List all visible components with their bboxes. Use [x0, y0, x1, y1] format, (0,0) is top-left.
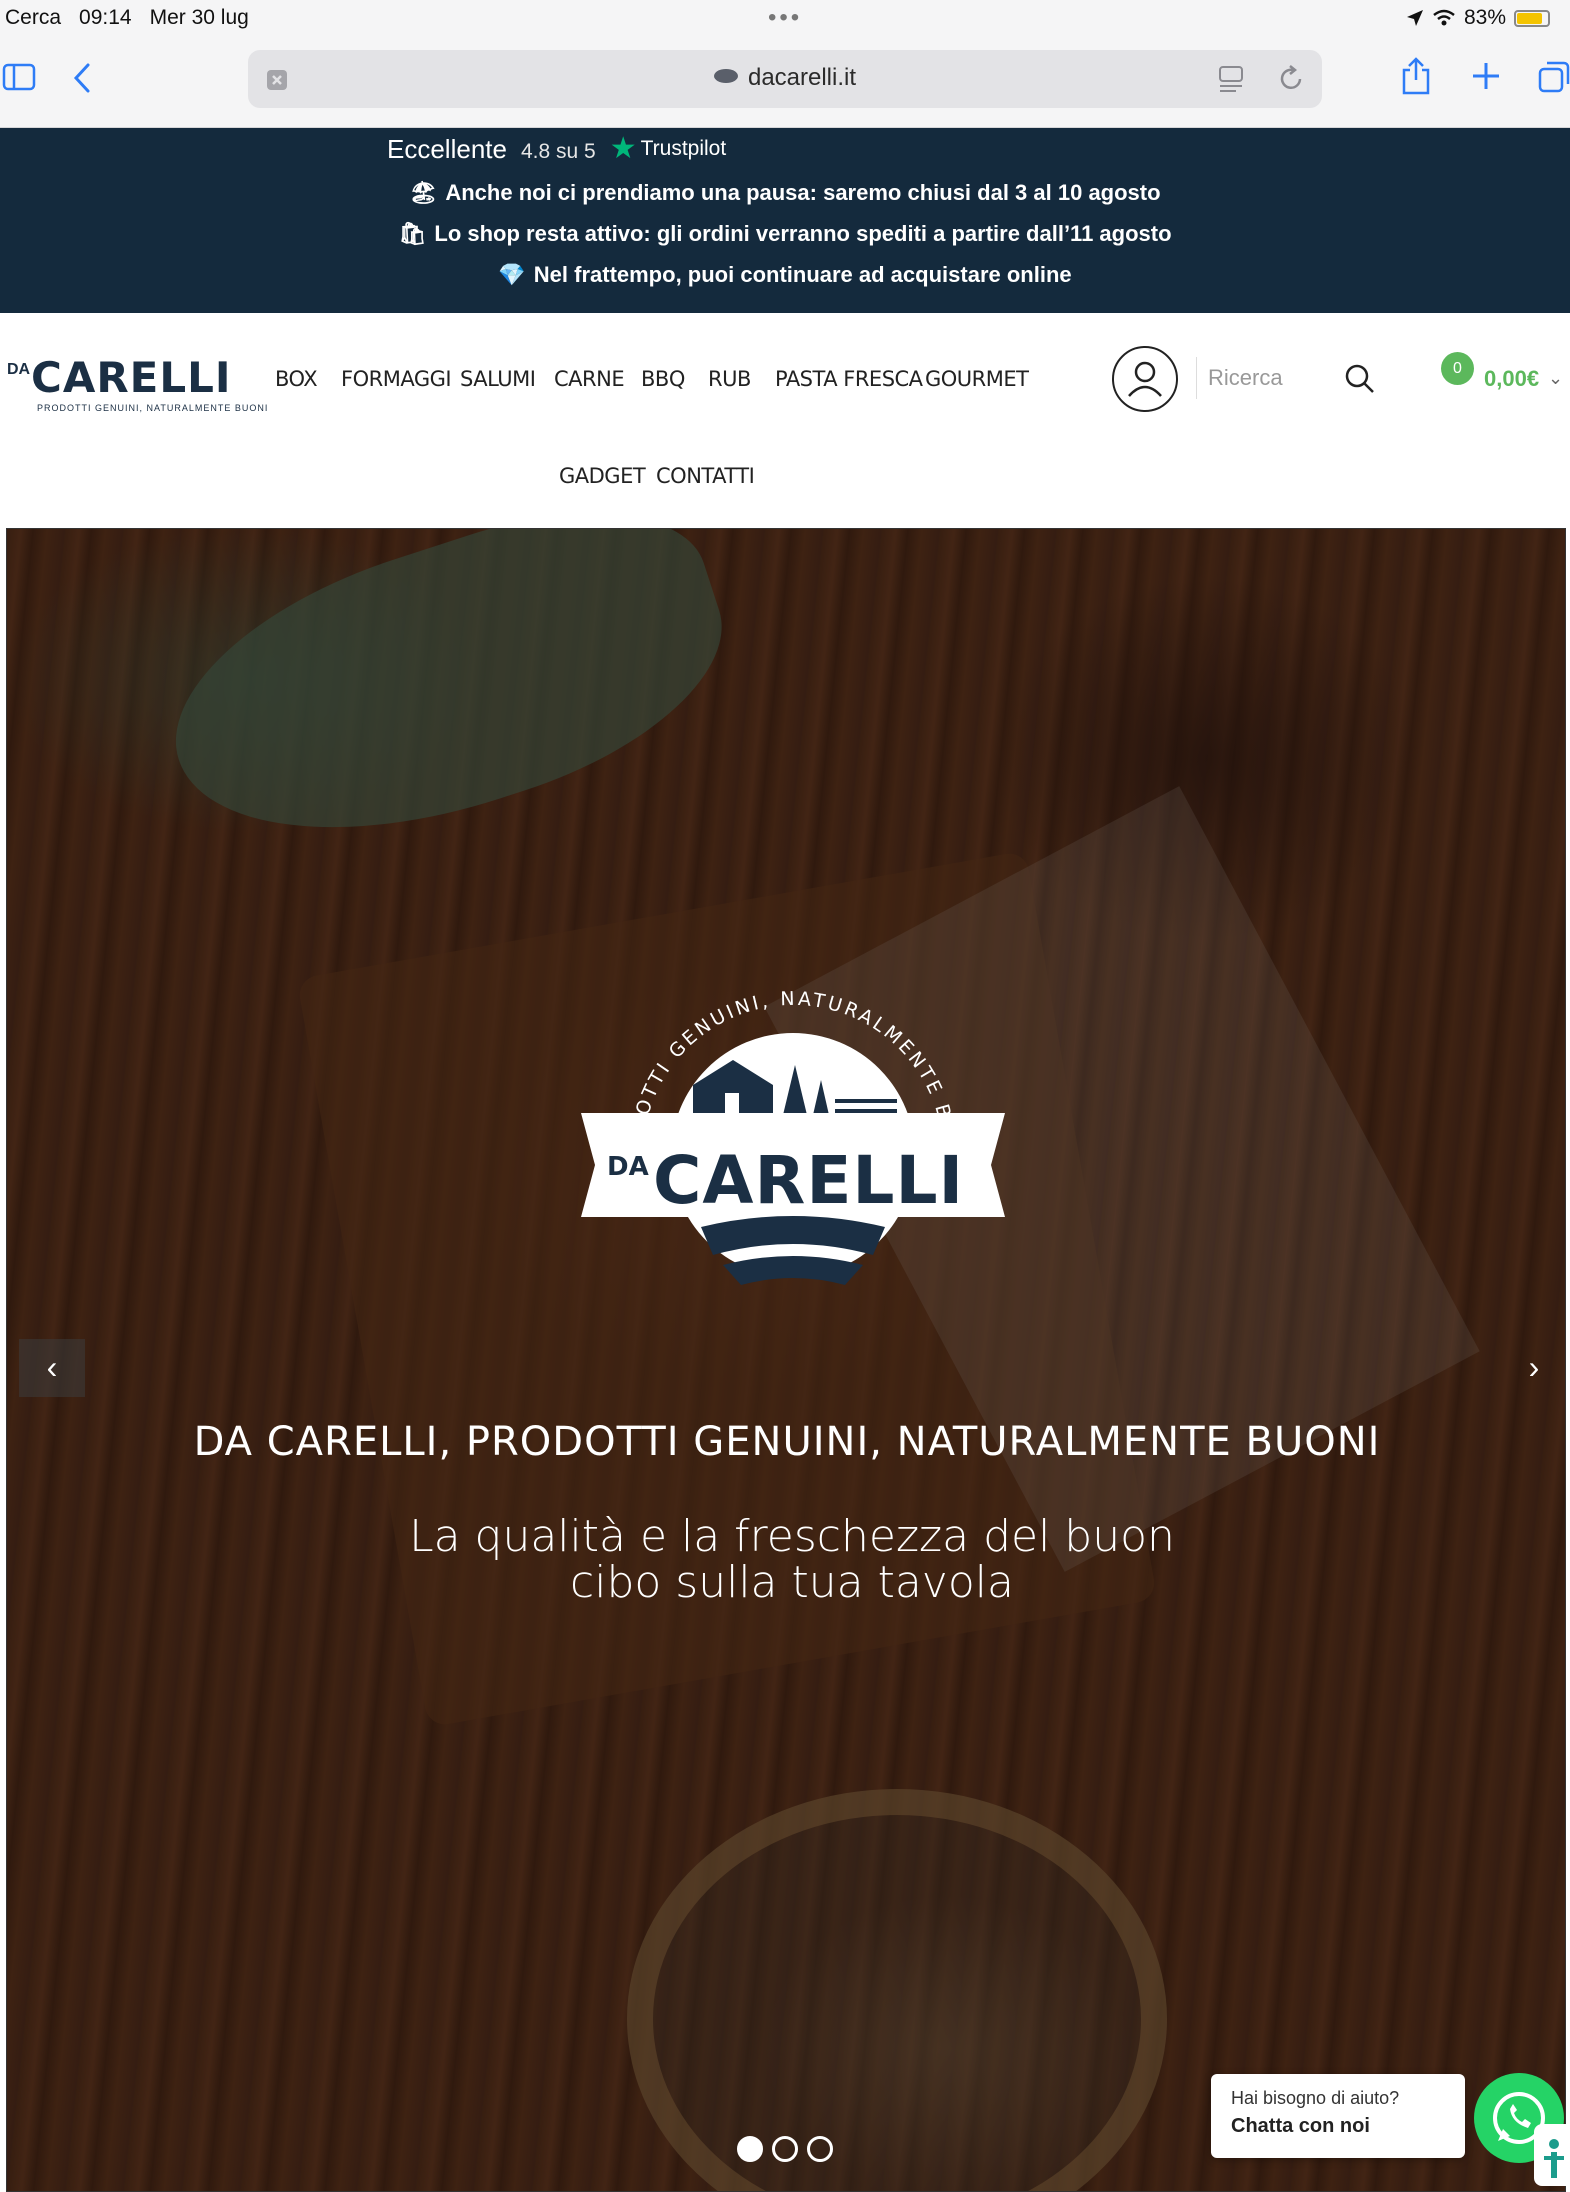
trustpilot-brand-label: Trustpilot: [640, 137, 727, 160]
status-time: 09:14: [79, 6, 132, 29]
help-chat-link[interactable]: Chatta con noi: [1231, 2115, 1445, 2138]
hero-overlay: [7, 529, 1565, 2191]
nav-gourmet[interactable]: GOURMET: [925, 367, 1029, 391]
status-date: Mer 30 lug: [149, 6, 249, 29]
chevron-down-icon[interactable]: ⌄: [1548, 368, 1563, 389]
nav-formaggi[interactable]: FORMAGGI: [341, 367, 452, 391]
search-divider: [1196, 357, 1197, 399]
nav-salumi[interactable]: SALUMI: [460, 367, 536, 391]
hero-emblem-logo: PRODOTTI GENUINI, NATURALMENTE BUONI DA …: [573, 965, 1005, 1285]
reader-icon[interactable]: [1218, 64, 1244, 94]
back-icon[interactable]: [72, 62, 92, 94]
nav-pasta-fresca[interactable]: PASTA FRESCA: [775, 367, 923, 391]
back-to-app-link[interactable]: Cerca: [5, 6, 61, 30]
slider-dot-2[interactable]: [772, 2136, 798, 2162]
nav-box[interactable]: BOX: [275, 367, 318, 391]
wifi-icon: [1433, 9, 1455, 26]
slider-dot-3[interactable]: [807, 2136, 833, 2162]
tabs-icon[interactable]: [1538, 60, 1570, 94]
hero-slider[interactable]: PRODOTTI GENUINI, NATURALMENTE BUONI DA …: [6, 528, 1566, 2192]
cart-total[interactable]: 0,00€: [1484, 366, 1539, 392]
shopping-bag-icon: 🛍: [398, 221, 427, 246]
sidebar-icon[interactable]: [2, 62, 36, 92]
slider-next-button[interactable]: ›: [1501, 1339, 1565, 1397]
site-header: DA CARELLI PRODOTTI GENUINI, NATURALMENT…: [0, 313, 1570, 528]
trustpilot-score: 4.8 su 5: [520, 140, 596, 163]
logo-tagline: PRODOTTI GENUINI, NATURALMENTE BUONI: [37, 403, 269, 413]
diamond-icon: 💎: [498, 262, 526, 287]
help-question: Hai bisogno di aiuto?: [1231, 2088, 1400, 2108]
user-icon: [1128, 361, 1162, 397]
accessibility-icon: [1544, 2139, 1564, 2178]
nav-gadget[interactable]: GADGET: [559, 464, 646, 488]
nav-bbq[interactable]: BBQ: [641, 367, 685, 391]
site-favicon: [713, 69, 738, 83]
logo-da: DA: [7, 361, 31, 378]
slider-dots: [737, 2136, 833, 2162]
share-icon[interactable]: [1400, 56, 1432, 96]
battery-percent: 83%: [1463, 6, 1506, 29]
nav-contatti[interactable]: CONTATTI: [656, 464, 755, 488]
search-input[interactable]: [1208, 357, 1328, 399]
cart-count-badge[interactable]: 0: [1441, 352, 1474, 385]
slider-dot-1[interactable]: [737, 2136, 763, 2162]
nav-carne[interactable]: CARNE: [554, 367, 625, 391]
hero-title: DA CARELLI, PRODOTTI GENUINI, NATURALMEN…: [193, 1419, 1381, 1465]
trustpilot-star-icon: ★: [609, 132, 637, 165]
trustpilot-brand: ★ Trustpilot: [609, 132, 727, 165]
url-text: dacarelli.it: [747, 64, 857, 91]
notice-text: Lo shop resta attivo: gli ordini verrann…: [434, 221, 1172, 246]
battery-icon: [1514, 9, 1550, 27]
site-logo[interactable]: DA CARELLI PRODOTTI GENUINI, NATURALMENT…: [7, 353, 267, 423]
notice-buy-online: 💎 Nel frattempo, puoi continuare ad acqui…: [0, 262, 1570, 288]
location-icon: [1406, 10, 1423, 26]
address-bar[interactable]: dacarelli.it: [248, 50, 1322, 108]
status-bar: Cerca 09:14 Mer 30 lug ••• 83%: [0, 0, 1570, 38]
accessibility-button[interactable]: [1534, 2124, 1570, 2186]
emblem-da: DA: [607, 1152, 649, 1182]
notice-text: Nel frattempo, puoi continuare ad acquis…: [533, 262, 1072, 287]
url-text-wrap: dacarelli.it: [248, 64, 1322, 92]
search-icon[interactable]: [1344, 363, 1376, 395]
trustpilot-widget[interactable]: Eccellente 4.8 su 5 ★ Trustpilot: [387, 134, 726, 165]
help-chat-bubble[interactable]: Hai bisogno di aiuto? Chatta con noi: [1211, 2074, 1465, 2158]
account-button[interactable]: [1112, 346, 1178, 412]
browser-toolbar: dacarelli.it: [0, 38, 1570, 128]
notice-shop-active: 🛍 Lo shop resta attivo: gli ordini verran…: [0, 221, 1570, 247]
trustpilot-rating-word: Eccellente: [387, 134, 507, 164]
battery-fill: [1517, 12, 1542, 24]
beach-icon: 🏖: [409, 180, 438, 205]
multitasking-dots[interactable]: •••: [768, 4, 802, 32]
slider-prev-button[interactable]: ‹: [19, 1339, 85, 1397]
notice-closure: 🏖 Anche noi ci prendiamo una pausa: sarem…: [0, 180, 1570, 206]
logo-brand: CARELLI: [31, 353, 232, 402]
announcement-bar: Eccellente 4.8 su 5 ★ Trustpilot 🏖 Anche …: [0, 128, 1570, 313]
reload-icon[interactable]: [1276, 64, 1306, 94]
nav-rub[interactable]: RUB: [708, 367, 751, 391]
emblem-brand: CARELLI: [653, 1142, 964, 1219]
notice-text: Anche noi ci prendiamo una pausa: saremo…: [445, 180, 1161, 205]
hero-subtitle: La qualità e la freschezza del buon cibo…: [409, 1511, 1175, 1608]
new-tab-icon[interactable]: [1470, 60, 1502, 92]
